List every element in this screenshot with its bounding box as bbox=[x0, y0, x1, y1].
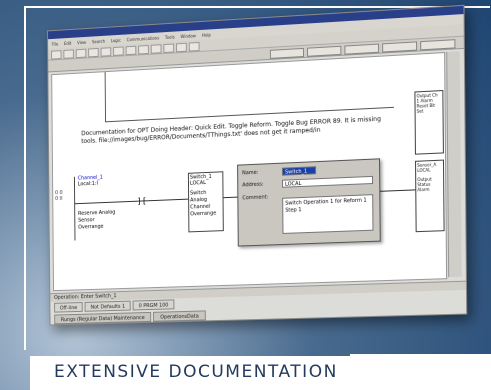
vertical-scrollbar[interactable] bbox=[446, 51, 462, 278]
name-label: Name: bbox=[242, 169, 259, 177]
instruction-button[interactable] bbox=[269, 47, 305, 59]
output-coil[interactable]: Sensor_A LOCAL Output Status Alarm bbox=[415, 159, 445, 233]
toolbar-button[interactable] bbox=[113, 46, 124, 56]
menu-item-help[interactable]: Help bbox=[202, 32, 211, 38]
toolbar-button[interactable] bbox=[188, 41, 200, 52]
contact-symbol[interactable]: ] [ bbox=[138, 196, 147, 205]
caption-text: EXTENSIVE DOCUMENTATION bbox=[54, 362, 338, 382]
tab-program[interactable]: 0 PRGM 100 bbox=[132, 299, 175, 311]
tab-operations-data[interactable]: OperationsData bbox=[153, 310, 206, 322]
address-field[interactable]: LOCAL bbox=[282, 175, 374, 188]
instruction-button[interactable] bbox=[306, 45, 342, 57]
toolbar-button[interactable] bbox=[125, 45, 137, 56]
contact-description: Reserve Analog Sensor Overrange bbox=[78, 209, 116, 231]
toolbar-button[interactable] bbox=[75, 48, 87, 59]
instruction-block[interactable]: Switch_1 LOCAL Switch Analog Channel Ove… bbox=[187, 171, 224, 233]
menu-item-view[interactable]: View bbox=[77, 39, 86, 44]
rung-number: 0 0 0 II bbox=[55, 190, 63, 203]
toolbar-button[interactable] bbox=[51, 50, 62, 60]
scene: File Edit View Search Logic Communicatio… bbox=[0, 0, 491, 390]
tab-rungs[interactable]: Rungs (Regular Data) Maintenance bbox=[54, 311, 152, 325]
toolbar-button[interactable] bbox=[100, 47, 112, 57]
contact-label: Channel_1 Local:1:I bbox=[78, 174, 120, 188]
toolbar-button[interactable] bbox=[63, 49, 74, 59]
tag-properties-popup: Name: Switch_1 Address: LOCAL Comment: S… bbox=[237, 158, 381, 247]
ladder-editor-canvas[interactable]: Output Ch 1 Alarm Reset Bit Set Document… bbox=[51, 52, 448, 292]
output-address: LOCAL bbox=[417, 167, 431, 173]
instruction-button[interactable] bbox=[382, 41, 418, 53]
toolbar-button[interactable] bbox=[150, 44, 162, 54]
menu-item-window[interactable]: Window bbox=[181, 33, 196, 39]
power-rail bbox=[73, 176, 76, 241]
tab-defaults[interactable]: Not Defaults 1 bbox=[84, 300, 131, 312]
name-field[interactable]: Switch_1 bbox=[281, 166, 317, 176]
block-description: Switch Analog Channel Overrange bbox=[190, 189, 217, 218]
comment-field[interactable]: Switch Operation 1 for Reform 1 Step 1 bbox=[282, 194, 374, 234]
menu-item-communications[interactable]: Communications bbox=[127, 35, 160, 42]
instruction-button[interactable] bbox=[344, 43, 380, 55]
output-description: Output Status Alarm bbox=[417, 176, 432, 193]
output-comment-top: Output Ch 1 Alarm Reset Bit Set bbox=[414, 89, 444, 155]
menu-item-tools[interactable]: Tools bbox=[165, 34, 175, 40]
tab-offline[interactable]: Off-line bbox=[54, 302, 83, 313]
toolbar-button[interactable] bbox=[138, 44, 149, 55]
address-label: Address: bbox=[242, 181, 264, 189]
toolbar-button[interactable] bbox=[163, 43, 175, 54]
comment-label: Comment: bbox=[242, 194, 269, 202]
block-address: LOCAL bbox=[189, 179, 206, 187]
contact-address: Local:1:I bbox=[77, 180, 98, 188]
application-window: File Edit View Search Logic Communicatio… bbox=[47, 4, 468, 326]
menu-item-edit[interactable]: Edit bbox=[64, 40, 71, 45]
menu-item-file[interactable]: File bbox=[52, 41, 58, 46]
instruction-button[interactable] bbox=[420, 39, 456, 51]
toolbar-button[interactable] bbox=[176, 42, 187, 53]
toolbar-button[interactable] bbox=[88, 47, 99, 58]
menu-item-logic[interactable]: Logic bbox=[111, 37, 121, 43]
menu-item-search[interactable]: Search bbox=[92, 38, 105, 44]
